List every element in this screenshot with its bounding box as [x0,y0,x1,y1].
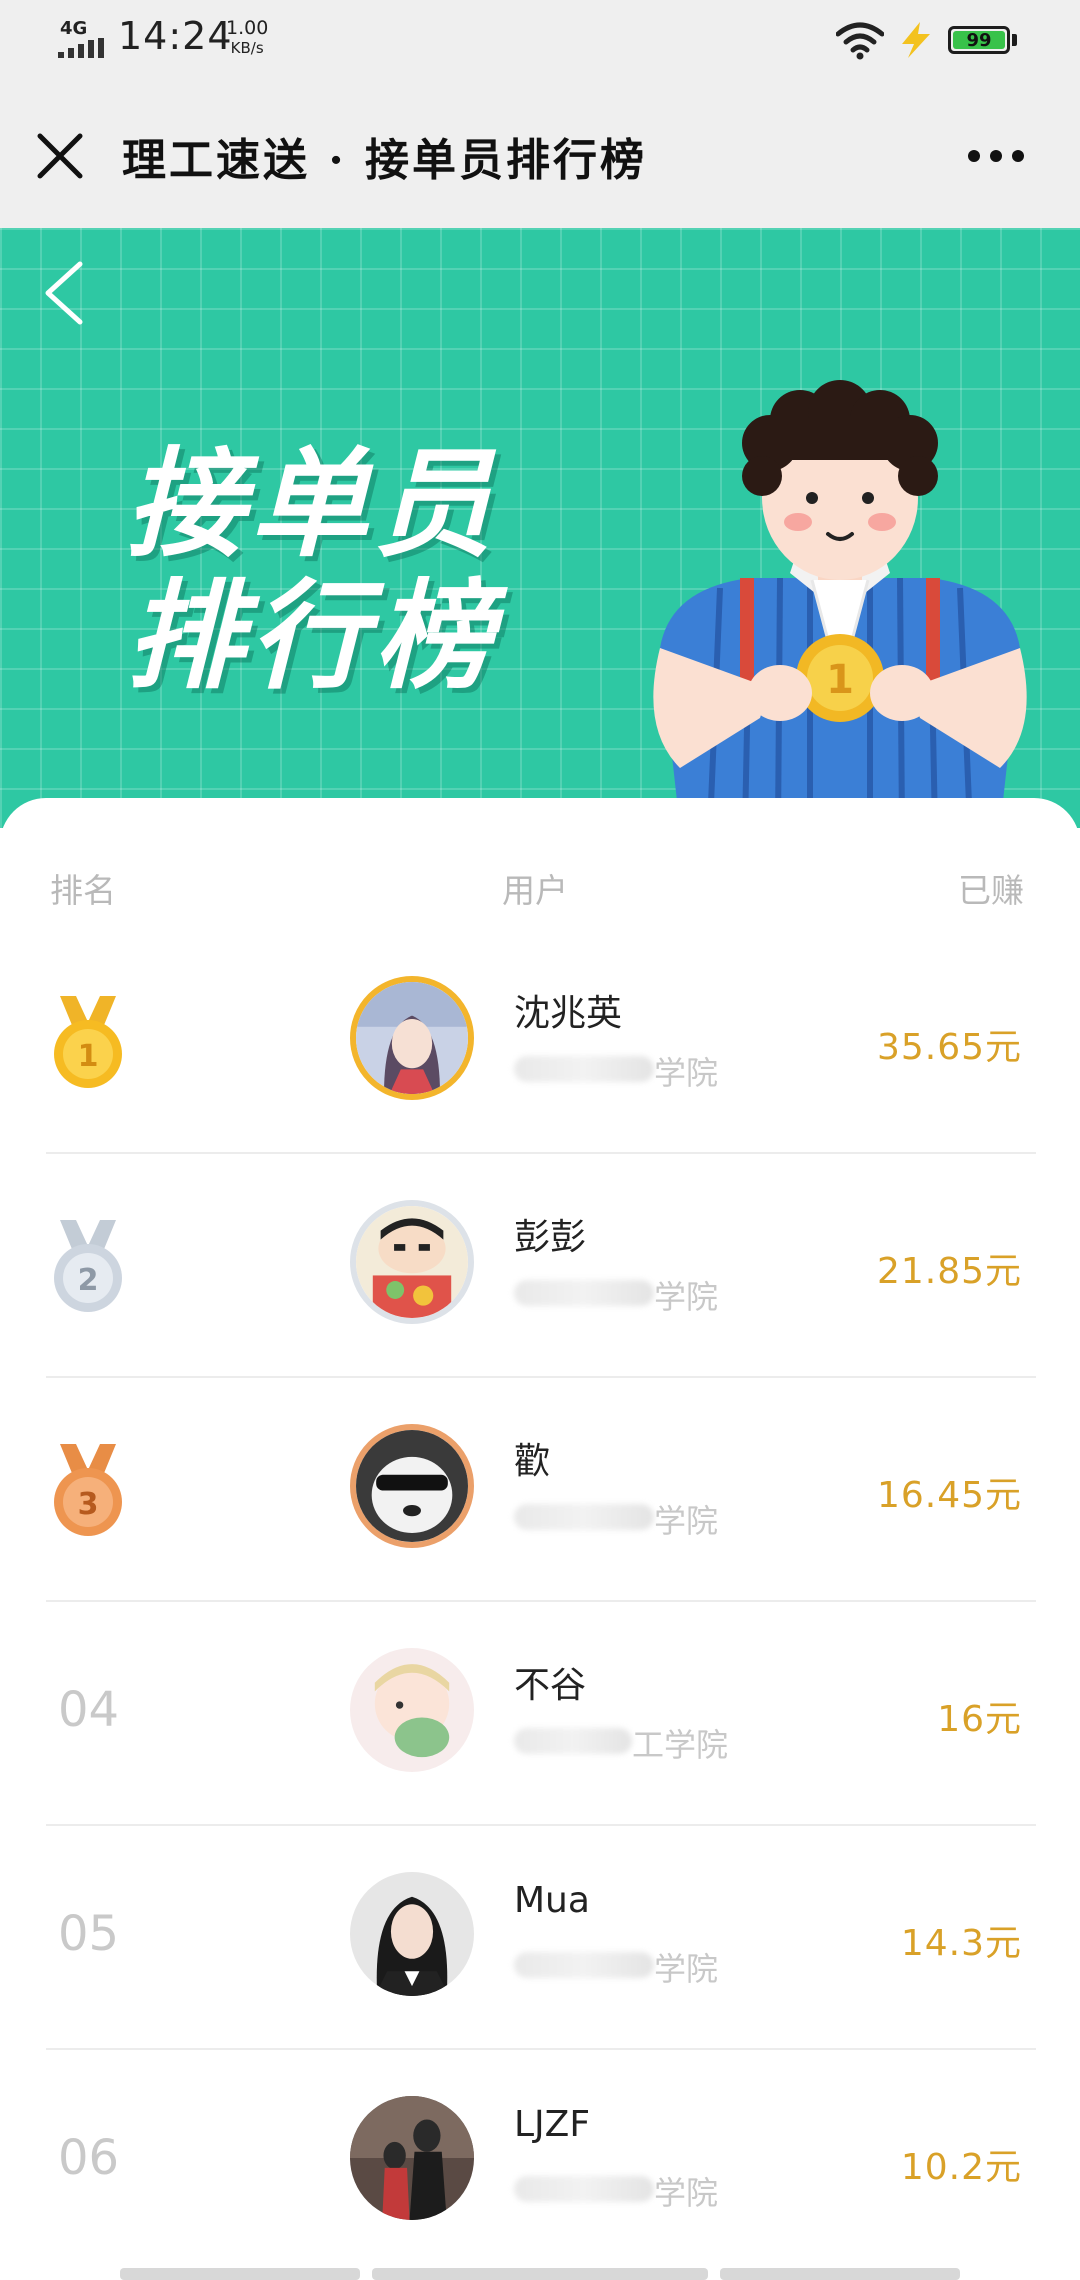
user-name: LJZF [514,2104,591,2145]
user-name: 彭彭 [514,1217,587,1258]
user-college: 学院 [514,1496,774,1540]
bottom-tab-hint [120,2268,360,2280]
gold-medal-icon: 1 [54,996,122,1088]
leaderboard-card: 排名 用户 已赚 1 沈兆英 学院 35.65元 2 彭彭 学院 21.85元 … [0,798,1080,2280]
college-name: 学院 [654,1278,719,1316]
charging-icon [902,22,930,58]
silver-medal-icon: 2 [54,1220,122,1312]
earned-amount: 10.2元 [900,2147,1022,2188]
user-name: 沈兆英 [514,993,623,1034]
wifi-icon [836,22,884,60]
college-redacted [514,2176,654,2202]
network-speed-unit: KB/s [230,39,264,57]
leaderboard-row[interactable]: 1 沈兆英 学院 35.65元 [46,930,1036,1154]
medal-rank-number: 1 [78,1039,99,1074]
nav-bar: 理工速送 · 接单员排行榜 [0,80,1080,228]
user-college: 工学院 [514,1720,774,1764]
user-college: 学院 [514,2168,774,2212]
earned-amount: 21.85元 [876,1251,1022,1292]
college-redacted [514,1280,654,1306]
mascot-medal-number: 1 [826,657,854,703]
banner-title-line2: 排行榜 [126,567,499,705]
user-name: 歡 [514,1441,551,1482]
leaderboard-row[interactable]: 05 Mua 学院 14.3元 [46,1826,1036,2050]
college-redacted [514,1504,654,1530]
network-speed-value: 1.00 [226,17,269,39]
rank-number: 06 [58,2130,120,2186]
rank-number: 05 [58,1906,120,1962]
signal-icon [58,38,104,58]
battery-tip [1012,34,1017,46]
header-earned: 已赚 [958,871,1024,910]
status-bar: 4G 14:24 1.00 KB/s 99 [0,0,1080,80]
hero-banner: 接单员 排行榜 1 [0,228,1080,828]
earned-amount: 16元 [937,1699,1022,1740]
earned-amount: 35.65元 [876,1027,1022,1068]
bottom-tab-hint [372,2268,708,2280]
avatar[interactable] [350,1872,474,1996]
user-college: 学院 [514,1048,774,1092]
user-name: Mua [514,1880,590,1921]
college-name: 学院 [654,1054,719,1092]
bottom-tab-hint [720,2268,960,2280]
user-college: 学院 [514,1272,774,1316]
page-title: 理工速送 · 接单员排行榜 [122,135,647,186]
avatar[interactable] [350,1648,474,1772]
banner-title: 接单员 排行榜 [126,438,566,702]
college-redacted [514,1952,654,1978]
college-name: 学院 [654,1950,719,1988]
mascot-illustration: 1 [653,380,1027,828]
avatar[interactable] [350,2096,474,2220]
leaderboard-row[interactable]: 06 LJZF 学院 10.2元 [46,2050,1036,2274]
college-name: 学院 [654,1502,719,1540]
clock: 14:24 [118,14,233,58]
leaderboard-row[interactable]: 04 不谷 工学院 16元 [46,1602,1036,1826]
header-rank: 排名 [50,871,116,910]
back-arrow-icon[interactable] [36,258,96,328]
college-redacted [514,1728,632,1754]
college-name: 工学院 [632,1726,729,1764]
leaderboard-row[interactable]: 3 歡 学院 16.45元 [46,1378,1036,1602]
network-speed: 1.00 KB/s [226,18,268,58]
header-user: 用户 [502,871,568,910]
college-name: 学院 [654,2174,719,2212]
avatar[interactable] [350,1424,474,1548]
college-redacted [514,1056,654,1082]
network-type: 4G [60,18,88,39]
more-menu-icon[interactable] [968,150,1024,164]
earned-amount: 16.45元 [876,1475,1022,1516]
avatar[interactable] [350,1200,474,1324]
close-icon[interactable] [34,130,86,182]
medal-rank-number: 2 [78,1263,99,1298]
battery-icon: 99 [948,26,1010,54]
battery-level: 99 [953,31,1005,50]
banner-title-line1: 接单员 [126,435,499,573]
earned-amount: 14.3元 [900,1923,1022,1964]
user-college: 学院 [514,1944,774,1988]
user-name: 不谷 [514,1665,587,1706]
rank-number: 04 [58,1682,120,1738]
leaderboard-row[interactable]: 2 彭彭 学院 21.85元 [46,1154,1036,1378]
medal-rank-number: 3 [78,1487,99,1522]
bronze-medal-icon: 3 [54,1444,122,1536]
avatar[interactable] [350,976,474,1100]
